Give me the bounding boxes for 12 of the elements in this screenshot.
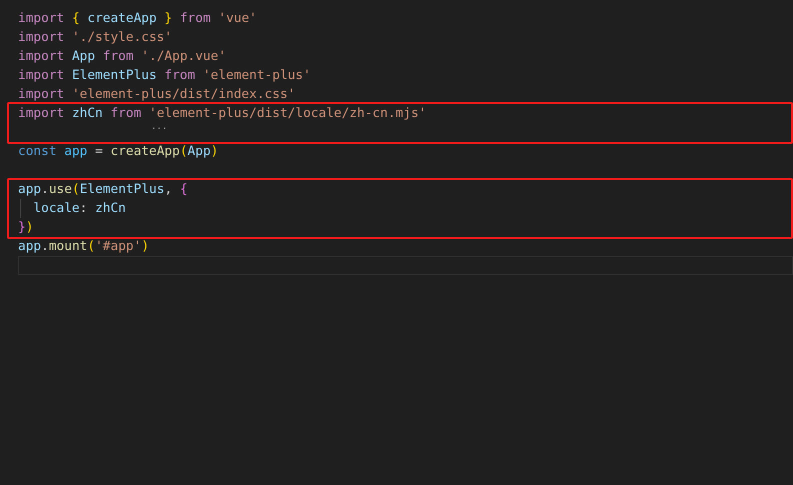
code-line: import { createApp } from 'vue' xyxy=(18,10,257,28)
code-line: import 'element-plus/dist/index.css' xyxy=(18,86,296,104)
code-line: import ElementPlus from 'element-plus' xyxy=(18,67,311,85)
code-line: import App from './App.vue' xyxy=(18,48,226,66)
code-line: const app = createApp(App) xyxy=(18,143,218,161)
code-line: app.mount('#app') xyxy=(18,238,150,256)
code-line: import './style.css' xyxy=(18,29,172,47)
ellipsis-hint[interactable]: ... xyxy=(151,123,168,132)
code-line: locale: zhCn xyxy=(32,200,127,218)
code-line: import zhCn from 'element-plus/dist/locale/zh-cn.mjs' xyxy=(18,105,426,123)
code-line: }) xyxy=(18,219,34,237)
code-line: app.use(ElementPlus, { xyxy=(18,181,188,199)
